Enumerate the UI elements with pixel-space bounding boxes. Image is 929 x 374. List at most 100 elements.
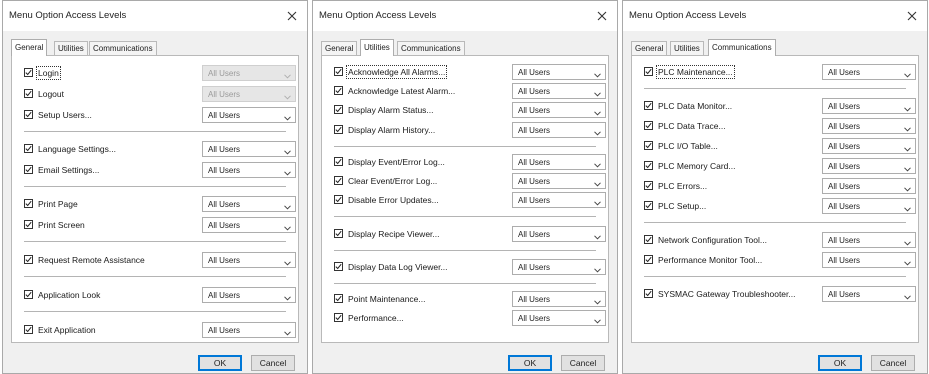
access-level-dropdown[interactable]: All Users: [202, 322, 296, 338]
option-checkbox[interactable]: [24, 290, 33, 299]
option-label[interactable]: Print Screen: [37, 219, 86, 231]
option-checkbox[interactable]: [334, 229, 343, 238]
option-label[interactable]: SYSMAC Gateway Troubleshooter...: [657, 288, 796, 300]
access-level-dropdown[interactable]: All Users: [202, 252, 296, 268]
option-label[interactable]: PLC Setup...: [657, 200, 707, 212]
option-label[interactable]: Print Page: [37, 198, 79, 210]
option-label[interactable]: PLC Data Monitor...: [657, 100, 733, 112]
option-checkbox[interactable]: [24, 199, 33, 208]
option-label[interactable]: Application Look: [37, 289, 101, 301]
access-level-dropdown[interactable]: All Users: [202, 287, 296, 303]
access-level-dropdown[interactable]: All Users: [822, 158, 916, 174]
access-level-dropdown[interactable]: All Users: [822, 64, 916, 80]
option-checkbox[interactable]: [334, 67, 343, 76]
option-label[interactable]: Logout: [37, 88, 65, 100]
close-button[interactable]: [587, 1, 617, 31]
tab-communications[interactable]: Communications: [397, 41, 465, 55]
option-label[interactable]: Performance Monitor Tool...: [657, 254, 763, 266]
access-level-dropdown[interactable]: All Users: [202, 162, 296, 178]
access-level-dropdown[interactable]: All Users: [512, 173, 606, 189]
option-checkbox[interactable]: [644, 201, 653, 210]
tab-general[interactable]: General: [631, 41, 668, 55]
option-checkbox[interactable]: [24, 325, 33, 334]
access-level-dropdown[interactable]: All Users: [202, 196, 296, 212]
option-checkbox[interactable]: [644, 255, 653, 264]
close-button[interactable]: [277, 1, 307, 31]
access-level-dropdown[interactable]: All Users: [822, 138, 916, 154]
option-checkbox[interactable]: [334, 105, 343, 114]
option-label[interactable]: Request Remote Assistance: [37, 254, 146, 266]
option-checkbox[interactable]: [644, 141, 653, 150]
option-label[interactable]: Login: [36, 66, 61, 80]
access-level-dropdown[interactable]: All Users: [512, 291, 606, 307]
tab-utilities[interactable]: Utilities: [360, 39, 394, 56]
access-level-dropdown[interactable]: All Users: [512, 122, 606, 138]
access-level-dropdown[interactable]: All Users: [512, 102, 606, 118]
option-label[interactable]: Setup Users...: [37, 109, 93, 121]
option-label[interactable]: Network Configuration Tool...: [657, 234, 768, 246]
tab-general[interactable]: General: [321, 41, 358, 55]
option-checkbox[interactable]: [334, 262, 343, 271]
option-label[interactable]: PLC Memory Card...: [657, 160, 736, 172]
access-level-dropdown[interactable]: All Users: [822, 178, 916, 194]
ok-button[interactable]: OK: [508, 355, 552, 371]
access-level-dropdown[interactable]: All Users: [822, 252, 916, 268]
access-level-dropdown[interactable]: All Users: [512, 154, 606, 170]
access-level-dropdown[interactable]: All Users: [512, 192, 606, 208]
option-checkbox[interactable]: [334, 176, 343, 185]
cancel-button[interactable]: Cancel: [561, 355, 605, 371]
option-checkbox[interactable]: [644, 181, 653, 190]
option-label[interactable]: Point Maintenance...: [347, 293, 427, 305]
option-label[interactable]: Acknowledge All Alarms...: [345, 65, 448, 79]
option-checkbox[interactable]: [24, 68, 33, 77]
option-label[interactable]: PLC Maintenance...: [656, 65, 735, 79]
option-checkbox[interactable]: [644, 235, 653, 244]
access-level-dropdown[interactable]: All Users: [512, 64, 606, 80]
option-checkbox[interactable]: [334, 313, 343, 322]
option-label[interactable]: PLC Errors...: [657, 180, 708, 192]
option-label[interactable]: Performance...: [347, 312, 405, 324]
access-level-dropdown[interactable]: All Users: [512, 83, 606, 99]
access-level-dropdown[interactable]: All Users: [202, 217, 296, 233]
option-label[interactable]: Email Settings...: [37, 164, 100, 176]
option-checkbox[interactable]: [644, 101, 653, 110]
option-label[interactable]: Disable Error Updates...: [347, 194, 440, 206]
option-label[interactable]: Display Data Log Viewer...: [347, 261, 449, 273]
option-label[interactable]: Exit Application: [37, 324, 97, 336]
close-button[interactable]: [897, 1, 927, 31]
option-label[interactable]: Language Settings...: [37, 143, 117, 155]
option-checkbox[interactable]: [334, 195, 343, 204]
option-checkbox[interactable]: [644, 67, 653, 76]
option-checkbox[interactable]: [24, 144, 33, 153]
option-label[interactable]: Acknowledge Latest Alarm...: [347, 85, 456, 97]
option-label[interactable]: Display Event/Error Log...: [347, 156, 446, 168]
cancel-button[interactable]: Cancel: [251, 355, 295, 371]
option-checkbox[interactable]: [644, 289, 653, 298]
option-checkbox[interactable]: [334, 157, 343, 166]
access-level-dropdown[interactable]: All Users: [822, 118, 916, 134]
option-checkbox[interactable]: [24, 89, 33, 98]
tab-utilities[interactable]: Utilities: [670, 41, 704, 55]
access-level-dropdown[interactable]: All Users: [512, 259, 606, 275]
option-label[interactable]: Display Alarm Status...: [347, 104, 435, 116]
cancel-button[interactable]: Cancel: [871, 355, 915, 371]
tab-communications[interactable]: Communications: [89, 41, 157, 55]
option-checkbox[interactable]: [644, 161, 653, 170]
option-checkbox[interactable]: [24, 255, 33, 264]
option-checkbox[interactable]: [644, 121, 653, 130]
option-label[interactable]: PLC Data Trace...: [657, 120, 727, 132]
option-checkbox[interactable]: [334, 125, 343, 134]
access-level-dropdown[interactable]: All Users: [512, 310, 606, 326]
access-level-dropdown[interactable]: All Users: [202, 107, 296, 123]
option-checkbox[interactable]: [24, 165, 33, 174]
access-level-dropdown[interactable]: All Users: [822, 232, 916, 248]
access-level-dropdown[interactable]: All Users: [202, 141, 296, 157]
access-level-dropdown[interactable]: All Users: [822, 198, 916, 214]
ok-button[interactable]: OK: [818, 355, 862, 371]
option-label[interactable]: Display Alarm History...: [347, 124, 436, 136]
tab-utilities[interactable]: Utilities: [54, 41, 88, 55]
access-level-dropdown[interactable]: All Users: [822, 98, 916, 114]
option-label[interactable]: Display Recipe Viewer...: [347, 228, 441, 240]
option-label[interactable]: PLC I/O Table...: [657, 140, 719, 152]
ok-button[interactable]: OK: [198, 355, 242, 371]
